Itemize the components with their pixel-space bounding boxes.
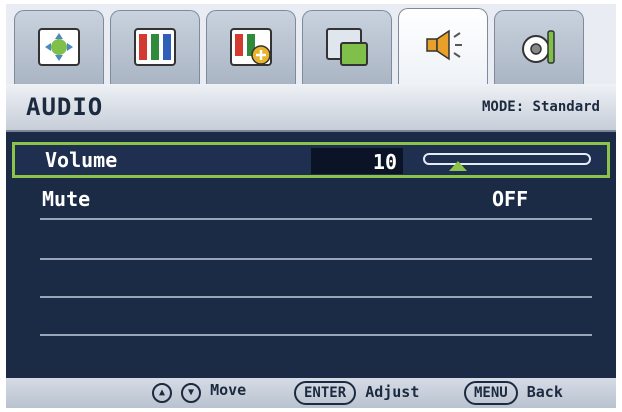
enter-hint: ENTER Adjust	[294, 381, 419, 405]
key-hint-bar: ▲ ▼ Move ENTER Adjust MENU Back	[6, 378, 616, 408]
mute-label: Mute	[42, 187, 91, 211]
picture-advanced-icon	[230, 28, 272, 66]
volume-slider[interactable]	[423, 153, 591, 171]
system-settings-icon	[522, 30, 555, 64]
divider	[40, 296, 592, 298]
volume-value: 10	[372, 150, 397, 174]
mute-value: OFF	[492, 187, 529, 211]
divider	[40, 218, 592, 220]
tab-bar	[6, 4, 616, 84]
mute-row[interactable]: Mute OFF	[12, 182, 610, 218]
divider	[40, 258, 592, 260]
enter-key: ENTER	[294, 381, 357, 405]
volume-slider-thumb[interactable]	[449, 161, 467, 171]
tab-picture[interactable]	[110, 10, 200, 84]
tab-pip[interactable]	[302, 10, 392, 84]
page-title: AUDIO	[26, 93, 104, 121]
tab-system[interactable]	[494, 10, 584, 84]
menu-hint: MENU Back	[464, 381, 563, 405]
display-adjust-icon	[38, 28, 80, 66]
divider	[40, 334, 592, 336]
tab-display[interactable]	[14, 10, 104, 84]
volume-label: Volume	[45, 148, 118, 172]
tab-picture-advanced[interactable]	[206, 10, 296, 84]
move-hint-label: Move	[210, 381, 247, 399]
up-arrow-icon: ▲	[152, 383, 172, 403]
adjust-hint-label: Adjust	[365, 383, 420, 401]
menu-header: AUDIO MODE: Standard	[6, 84, 616, 132]
pip-icon	[326, 28, 368, 66]
tab-audio[interactable]	[398, 8, 488, 84]
volume-row[interactable]: Volume 10	[12, 142, 610, 178]
volume-value-box: 10	[311, 148, 403, 174]
back-hint-label: Back	[526, 383, 563, 401]
osd-menu: AUDIO MODE: Standard Volume 10 Mute OFF …	[6, 4, 616, 408]
mode-indicator: MODE: Standard	[481, 99, 600, 115]
audio-speaker-icon	[426, 29, 462, 61]
picture-color-icon	[134, 28, 176, 66]
move-hint: ▲ ▼ Move	[152, 381, 246, 403]
down-arrow-icon: ▼	[181, 383, 202, 403]
menu-key: MENU	[464, 381, 518, 405]
